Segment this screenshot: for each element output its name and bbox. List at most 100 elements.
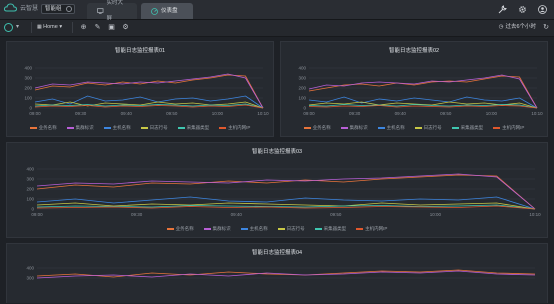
chart-panel-01: 智能日志监控报表01 0 100 200 300 400 09:00 09:30 09:40 0…: [6, 41, 274, 137]
legend-item[interactable]: 日志行号: [277, 226, 305, 232]
top-bar: 云智慧 智能组 实时大屏 仪表盘: [0, 0, 554, 22]
series-line: [308, 74, 538, 109]
tab-dashboard[interactable]: 仪表盘: [141, 3, 193, 19]
home-dashboard-selector[interactable]: ▦ Home ▾: [31, 22, 73, 33]
legend-swatch: [377, 127, 385, 129]
time-range-picker[interactable]: ◷ 过去6个小时: [499, 23, 536, 32]
legend-label: 集群标识: [349, 125, 368, 130]
legend-item[interactable]: 主机名称: [377, 125, 405, 131]
time-range-label: 过去6个小时: [505, 24, 536, 30]
y-tick-label: 0: [303, 106, 306, 111]
legend-swatch: [166, 228, 174, 230]
series-line: [308, 105, 538, 109]
legend-label: 业务名称: [175, 226, 194, 231]
save-icon[interactable]: ▣: [107, 23, 116, 32]
tab-realtime-screen[interactable]: 实时大屏: [87, 0, 137, 22]
dashboard-logo-icon[interactable]: [4, 23, 13, 32]
y-tick-label: 400: [298, 66, 306, 71]
x-tick-label: 09:00: [303, 111, 315, 116]
settings-icon[interactable]: ⚙: [121, 23, 130, 32]
legend-item[interactable]: 采集器类型: [177, 125, 209, 131]
gear-icon[interactable]: [517, 4, 528, 15]
x-tick-label: 10:00: [486, 111, 498, 116]
legend-swatch: [66, 127, 74, 129]
y-tick-label: 200: [24, 86, 32, 91]
x-tick-label: 10:10: [529, 212, 541, 217]
chevron-circle-icon: [66, 6, 72, 12]
y-tick-label: 200: [26, 187, 34, 192]
add-icon[interactable]: ⊕: [79, 23, 88, 32]
x-tick-label: 09:30: [75, 111, 87, 116]
x-tick-label: 09:30: [131, 212, 143, 217]
chart-panel-03: 智能日志监控报表03 0 100 200 300 400 09:00 09:30 09:40 0…: [6, 142, 548, 238]
legend-swatch: [103, 127, 111, 129]
y-tick-label: 400: [24, 66, 32, 71]
x-tick-label: 09:00: [31, 212, 43, 217]
x-tick-label: 09:40: [121, 111, 133, 116]
logo-text: 云智慧: [20, 6, 39, 12]
legend-label: 主机名称: [112, 125, 131, 130]
x-tick-label: 10:10: [257, 111, 269, 116]
legend-item[interactable]: 主机内网IP: [219, 125, 250, 131]
y-tick-label: 200: [298, 86, 306, 91]
y-tick-label: 100: [298, 96, 306, 101]
legend-item[interactable]: 采集器类型: [314, 226, 347, 232]
user-icon[interactable]: [537, 4, 548, 15]
line-chart: 300 400: [26, 266, 536, 281]
legend-swatch: [203, 228, 211, 230]
app-logo[interactable]: 云智慧: [4, 3, 38, 12]
legend-label: 集群标识: [212, 226, 231, 231]
y-tick-label: 400: [26, 167, 34, 172]
wrench-icon[interactable]: [497, 4, 508, 15]
legend-label: 日志行号: [149, 125, 168, 130]
legend-item[interactable]: 集群标识: [203, 226, 231, 232]
legend-label: 集群标识: [75, 125, 94, 130]
home-label: Home: [43, 24, 58, 30]
y-tick-label: 400: [26, 266, 34, 271]
legend-item[interactable]: 业务名称: [303, 125, 331, 131]
group-selector[interactable]: 智能组: [41, 4, 75, 14]
legend-item[interactable]: 采集器类型: [451, 125, 484, 131]
legend-item[interactable]: 集群标识: [66, 125, 94, 131]
legend-item[interactable]: 业务名称: [29, 125, 57, 131]
line-chart: 0 100 200 300 400 09:00 09:30 09:40 09:50 10:00 10…: [24, 66, 269, 117]
legend-item[interactable]: 日志行号: [414, 125, 442, 131]
x-tick-label: 10:10: [531, 111, 543, 116]
y-tick-label: 300: [24, 76, 32, 81]
legend-swatch: [356, 228, 364, 230]
chevron-down-icon[interactable]: ▾: [16, 23, 19, 30]
refresh-icon[interactable]: ↻: [543, 23, 549, 32]
series-line: [34, 73, 264, 109]
series-line: [34, 74, 264, 109]
x-tick-label: 10:00: [212, 111, 224, 116]
legend-swatch: [314, 228, 322, 230]
legend-swatch: [340, 127, 348, 129]
legend-item[interactable]: 主机名称: [240, 226, 268, 232]
edit-icon[interactable]: ✎: [93, 23, 102, 32]
legend-label: 主机名称: [386, 125, 405, 130]
y-tick-label: 300: [26, 276, 34, 281]
x-tick-label: 09:30: [349, 111, 361, 116]
legend-label: 日志行号: [286, 226, 305, 231]
legend-item[interactable]: 集群标识: [340, 125, 368, 131]
y-tick-label: 300: [298, 76, 306, 81]
x-tick-label: 10:00: [430, 212, 442, 217]
chart-panel-02: 智能日志监控报表02 0 100 200 300 400 09:00 09:30 09:40 0…: [280, 41, 548, 137]
group-selector-value: 智能组: [45, 6, 62, 12]
legend-label: 主机内网IP: [365, 226, 388, 231]
legend-item[interactable]: 日志行号: [140, 125, 168, 131]
legend-swatch: [414, 127, 422, 129]
legend-item[interactable]: 主机内网IP: [493, 125, 524, 131]
legend-label: 采集器类型: [323, 226, 347, 231]
legend-swatch: [219, 127, 227, 129]
clock-icon: ◷: [498, 24, 504, 30]
y-tick-label: 100: [26, 197, 34, 202]
legend-label: 采集器类型: [460, 125, 484, 130]
legend-item[interactable]: 主机内网IP: [356, 226, 387, 232]
y-tick-label: 100: [24, 96, 32, 101]
legend-item[interactable]: 业务名称: [166, 226, 194, 232]
legend-label: 主机名称: [249, 226, 268, 231]
y-tick-label: 0: [29, 106, 32, 111]
legend-label: 日志行号: [423, 125, 442, 130]
legend-item[interactable]: 主机名称: [103, 125, 131, 131]
